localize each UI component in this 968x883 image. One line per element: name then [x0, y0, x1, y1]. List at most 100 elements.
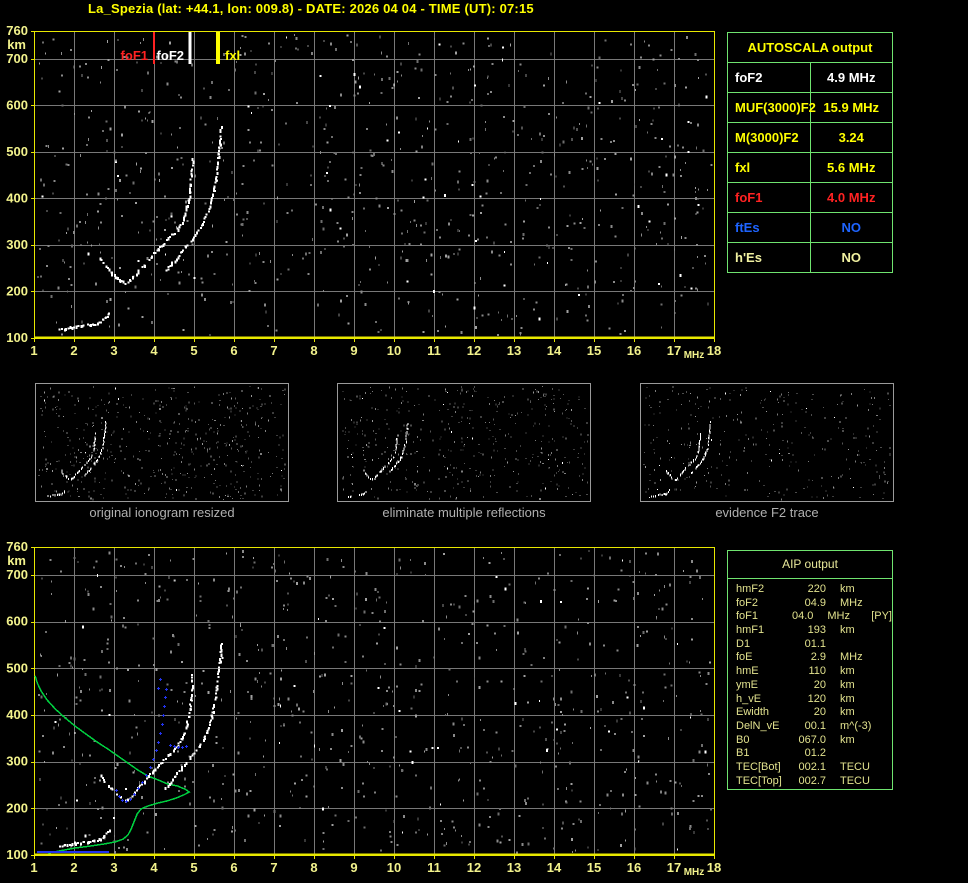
aip-row-extra: [884, 706, 890, 720]
y-tick-label: 600: [6, 97, 28, 112]
x-tick-label: 15: [587, 343, 601, 358]
ionogram-plot-profile: 760700600500400300200100km1 2 3 4 5 6 7 8 9 10 11 1…: [6, 540, 721, 878]
autoscala-output-table: AUTOSCALA output foF2 4.9 MHz MUF(3000)F2 1…: [727, 32, 893, 273]
trace-f-ordinary: [99, 157, 195, 285]
autoscala-row-fxl: fxl 5.6 MHz: [727, 152, 893, 183]
aip-row-extra: [PY]: [871, 610, 892, 623]
autoscala-row-MUF3000F2: MUF(3000)F2 15.9 MHz: [727, 92, 893, 123]
aip-row-unit: MHz: [840, 651, 863, 664]
aip-row-label: foE: [736, 651, 753, 664]
aip-row-hmF2: hmF2 220 km: [736, 583, 892, 597]
aip-row-unit: TECU: [840, 774, 870, 787]
x-tick-label: 18: [707, 860, 721, 875]
frequency-marker-label: foF1: [121, 48, 148, 63]
plot-border: [31, 547, 715, 859]
y-tick-label: 100: [6, 330, 28, 345]
trace-e-layer: [58, 829, 111, 848]
x-tick-label: 1: [30, 343, 37, 358]
frequency-marker-fxl: fxl: [216, 32, 240, 64]
aip-row-extra: [884, 665, 890, 679]
autoscala-row-value: NO: [809, 212, 893, 243]
y-tick-label: 400: [6, 707, 28, 722]
x-tick-label: 12: [467, 860, 481, 875]
aip-row-B0: B0 067.0 km: [736, 734, 892, 748]
noise-layer: [37, 34, 713, 336]
x-tick-label: 7: [270, 343, 277, 358]
x-tick-label: 9: [350, 343, 357, 358]
aip-row-label: foF2: [736, 596, 759, 609]
autoscala-row-M3000F2: M(3000)F2 3.24: [727, 122, 893, 153]
autoscala-row-foF1: foF1 4.0 MHz: [727, 182, 893, 213]
x-axis-unit-label: MHz: [684, 350, 705, 361]
x-tick-label: 13: [507, 343, 521, 358]
x-tick-label: 14: [547, 343, 562, 358]
thumbnail-original-ionogram: [35, 383, 289, 502]
aip-row-extra: [884, 638, 890, 652]
aip-row-value: 067.0: [798, 733, 826, 746]
thumbnail-caption-evidence: evidence F2 trace: [715, 505, 819, 520]
autoscala-row-label: foF2: [727, 62, 811, 93]
aip-row-extra: [884, 597, 890, 611]
autoscala-row-hEs: h'Es NO: [727, 242, 893, 273]
x-tick-label: 9: [350, 860, 357, 875]
y-tick-label: 600: [6, 614, 28, 629]
autoscala-row-label: h'Es: [727, 242, 811, 273]
aip-table-title: AIP output: [728, 551, 892, 579]
aip-row-extra: [884, 693, 890, 707]
x-tick-label: 10: [387, 343, 401, 358]
aip-row-unit: [826, 747, 884, 761]
x-tick-label: 3: [110, 343, 117, 358]
trace-f-extraordinary: [164, 642, 223, 791]
aip-row-label: hmE: [736, 665, 759, 678]
aip-row-unit: m^(-3): [840, 719, 872, 732]
y-tick-label: 760: [6, 540, 28, 554]
aip-row-hmE: hmE 110 km: [736, 665, 892, 679]
aip-row-value: 220: [807, 583, 826, 595]
aip-row-unit: km: [840, 706, 855, 719]
aip-row-label: B0: [736, 733, 750, 746]
x-tick-label: 8: [310, 860, 317, 875]
grid-lines: [34, 31, 714, 338]
aip-row-TECTop: TEC[Top] 002.7 TECU: [736, 775, 892, 789]
thumbnail-evidence-f2-trace: [640, 383, 894, 502]
x-tick-label: 18: [707, 343, 721, 358]
aip-row-unit: km: [840, 583, 855, 595]
x-tick-label: 16: [627, 343, 641, 358]
aip-row-extra: [884, 583, 890, 597]
aip-row-label: B1: [736, 747, 750, 760]
aip-row-foF2: foF2 04.9 MHz: [736, 597, 892, 611]
x-tick-label: 2: [70, 860, 77, 875]
aip-row-label: DelN_vE: [736, 719, 780, 732]
y-tick-label: 500: [6, 660, 28, 675]
electron-density-profile-curve: [34, 675, 191, 854]
aip-row-unit: MHz: [827, 610, 850, 623]
aip-row-TECBot: TEC[Bot] 002.1 TECU: [736, 761, 892, 775]
aip-row-DelNvE: DelN_vE 00.1 m^(-3): [736, 720, 892, 734]
aip-row-value: 002.7: [798, 774, 826, 787]
autoscala-row-foF2: foF2 4.9 MHz: [727, 62, 893, 93]
x-tick-label: 10: [387, 860, 401, 875]
y-tick-label: 760: [6, 23, 28, 38]
aip-row-value: 01.2: [804, 747, 826, 760]
autoscala-row-label: M(3000)F2: [727, 122, 811, 153]
aip-row-unit: [826, 638, 884, 652]
aip-row-unit: km: [840, 665, 855, 678]
ionogram-plot-main: 760700600500400300200100km1 2 3 4 5 6 7 8 9 10 11 1…: [6, 23, 721, 361]
aip-row-extra: [884, 720, 890, 734]
aip-row-hvE: h_vE 120 km: [736, 693, 892, 707]
x-tick-label: 15: [587, 860, 601, 875]
aip-row-value: 00.1: [804, 719, 826, 732]
aip-row-label: D1: [736, 637, 751, 650]
aip-row-ymE: ymE 20 km: [736, 679, 892, 693]
aip-row-value: 01.1: [804, 637, 826, 650]
aip-row-value: 20: [813, 678, 826, 691]
aip-table-rows: hmF2 220 km foF2 04.9 MHz foF1 04.0 MHz [PY] hmF1 1…: [728, 579, 892, 788]
thumbnail-eliminate-reflections: [337, 383, 591, 502]
autoscala-row-label: ftEs: [727, 212, 811, 243]
autoscala-row-value: 4.0 MHz: [809, 182, 893, 213]
trace-e-layer: [58, 312, 110, 332]
x-axis-unit-label: MHz: [684, 867, 705, 878]
y-tick-label: 700: [6, 51, 28, 66]
plot-border: [31, 31, 715, 342]
aip-row-value: 110: [808, 665, 826, 678]
